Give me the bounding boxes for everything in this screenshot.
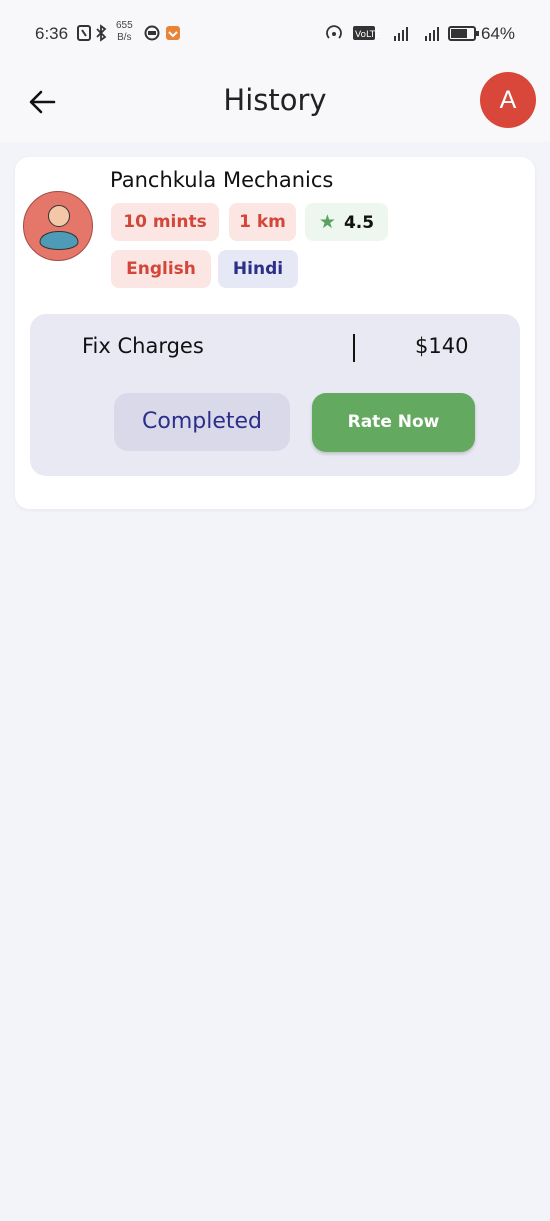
status-badge: Completed xyxy=(114,393,290,451)
rate-now-button[interactable]: Rate Now xyxy=(312,393,475,452)
distance-chip: 1 km xyxy=(229,203,296,241)
history-card: Panchkula Mechanics 10 mints 1 km ★ 4.5 E… xyxy=(15,157,535,509)
rating-chip: ★ 4.5 xyxy=(305,203,388,241)
status-bar: 6:36 655 B/s VoLTE 64% xyxy=(0,0,550,64)
provider-name: Panchkula Mechanics xyxy=(110,168,334,192)
charges-panel: Fix Charges $140 Completed Rate Now xyxy=(30,314,520,476)
language-chip-hindi: Hindi xyxy=(218,250,298,288)
volte-icon: VoLTE xyxy=(353,26,381,40)
network-speed: 655 B/s xyxy=(116,20,133,44)
app-alert-icon xyxy=(166,26,180,40)
app-notification-icon xyxy=(144,25,160,41)
hotspot-icon xyxy=(326,25,342,39)
battery-percent: 64% xyxy=(481,24,516,43)
battery-icon xyxy=(448,26,479,41)
star-icon: ★ xyxy=(318,211,336,233)
person-avatar-icon xyxy=(23,191,93,261)
signal-5g-icon xyxy=(394,27,408,41)
language-chip-english: English xyxy=(111,250,211,288)
charges-divider xyxy=(353,334,355,362)
profile-avatar-button[interactable]: A xyxy=(480,72,536,128)
bluetooth-icon xyxy=(96,24,107,42)
svg-text:VoLTE: VoLTE xyxy=(355,30,381,40)
page-title: History xyxy=(223,83,327,117)
nfc-icon xyxy=(77,25,91,41)
app-bar: History A xyxy=(0,64,550,142)
signal-icon xyxy=(425,27,439,41)
network-speed-value: 655 xyxy=(116,20,133,31)
charges-value: $140 xyxy=(415,334,469,358)
network-speed-unit: B/s xyxy=(117,32,132,43)
charges-label: Fix Charges xyxy=(82,334,204,358)
time-chip: 10 mints xyxy=(111,203,219,241)
status-time: 6:36 xyxy=(35,24,69,43)
rating-value: 4.5 xyxy=(343,213,375,233)
